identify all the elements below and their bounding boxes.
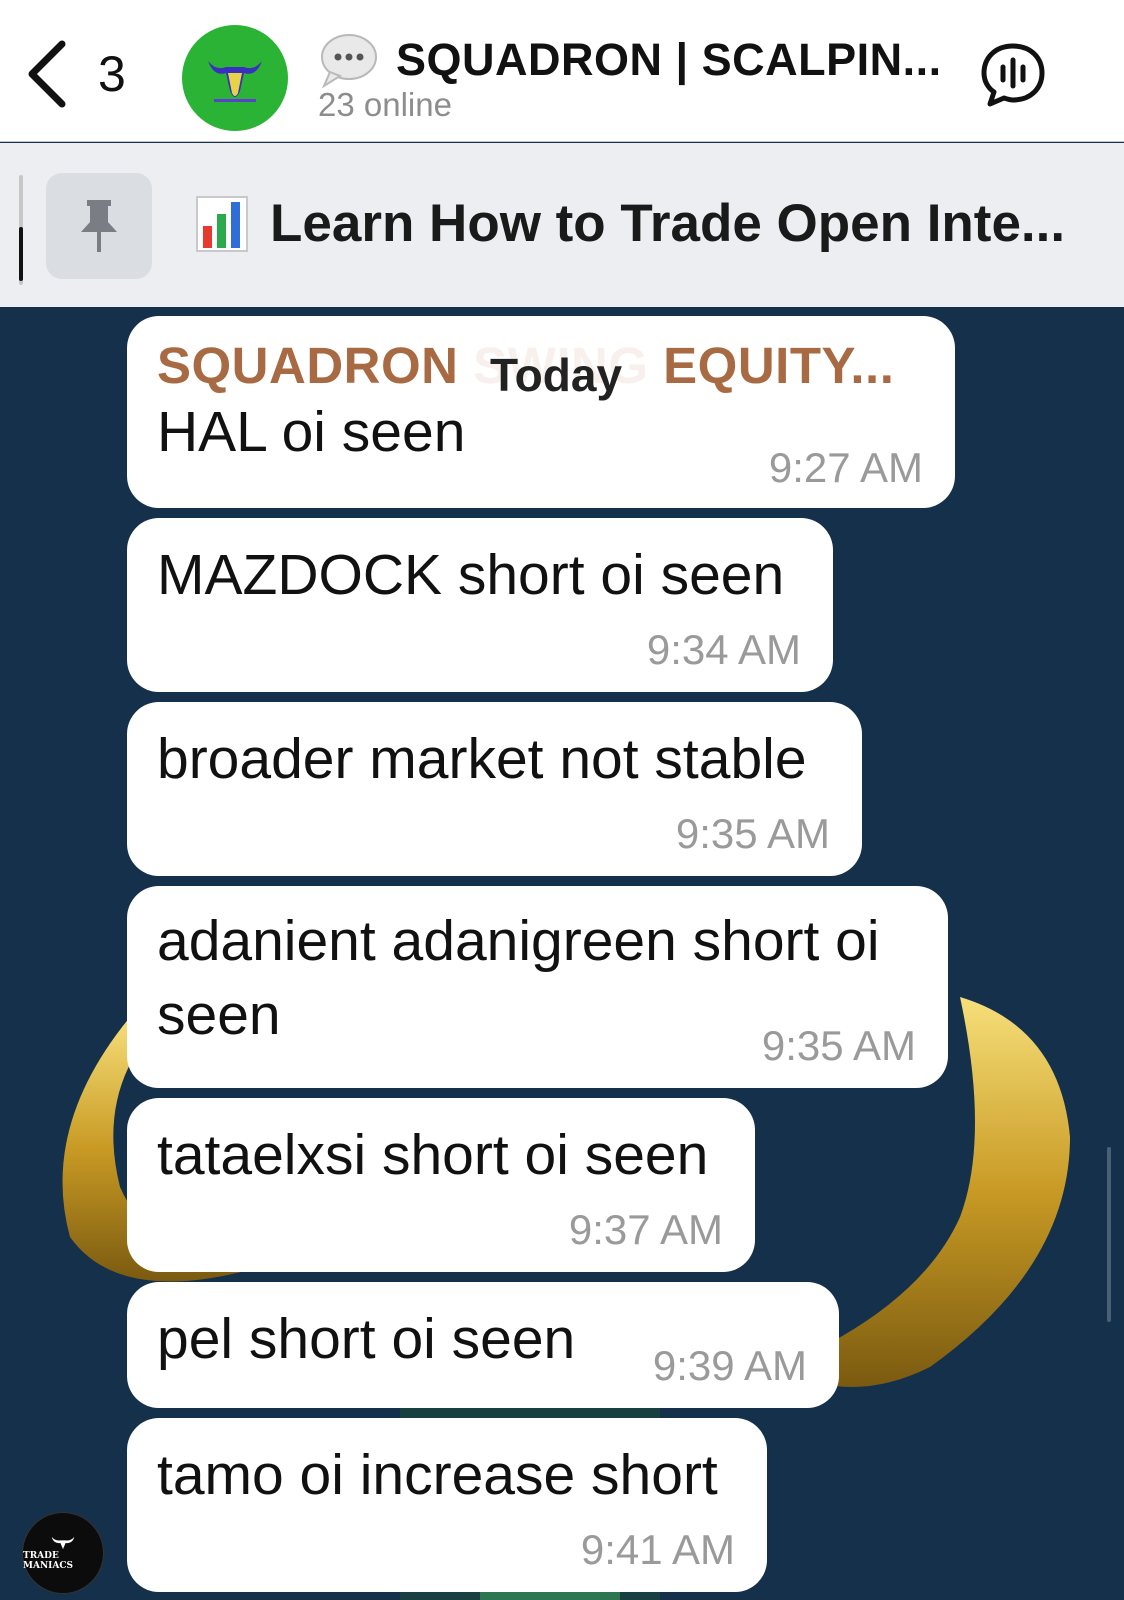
message-text: broader market not stable xyxy=(157,727,807,791)
chat-scrollbar[interactable] xyxy=(1107,1147,1111,1322)
chevron-left-icon xyxy=(28,40,66,108)
message-bubble[interactable]: pel short oi seen 9:39 AM xyxy=(127,1282,839,1408)
chat-bubble-icon xyxy=(321,34,377,89)
pin-icon xyxy=(81,200,117,252)
pinned-message[interactable]: Learn How to Trade Open Inte... xyxy=(196,193,1065,254)
bull-logo-icon xyxy=(208,61,262,102)
message-bubble[interactable]: adanient adanigreen short oi seen 9:35 A… xyxy=(127,886,948,1088)
chat-title[interactable]: SQUADRON | SCALPIN... xyxy=(396,34,956,86)
unread-count: 3 xyxy=(98,46,126,102)
message-text: tamo oi increase short xyxy=(157,1443,718,1507)
message-time: 9:39 AM xyxy=(652,1342,807,1389)
voice-chat-icon[interactable] xyxy=(978,40,1048,110)
pinned-message-bar[interactable]: Learn How to Trade Open Inte... xyxy=(0,143,1124,307)
back-button[interactable]: 3 xyxy=(24,38,164,110)
date-pill: Today xyxy=(464,336,649,414)
trade-maniacs-logo: TRADE MANIACS xyxy=(22,1512,104,1594)
bar-chart-emoji xyxy=(196,195,248,252)
message-text: tataelxsi short oi seen xyxy=(157,1123,709,1187)
message-time: 9:27 AM xyxy=(768,444,923,491)
bull-horns-logo-icon xyxy=(51,1536,75,1550)
message-bubble[interactable]: tamo oi increase short 9:41 AM xyxy=(127,1418,767,1592)
group-avatar[interactable] xyxy=(182,25,288,131)
message-bubble[interactable]: MAZDOCK short oi seen 9:34 AM xyxy=(127,518,833,692)
message-time: 9:37 AM xyxy=(568,1206,723,1253)
pinned-indicator xyxy=(19,227,23,281)
chat-header: 3 SQUADRON | SCALPIN... 23 online xyxy=(0,0,1124,142)
watermark-text: TRADE MANIACS xyxy=(23,1551,74,1571)
message-text: MAZDOCK short oi seen xyxy=(157,543,785,607)
message-time: 9:41 AM xyxy=(580,1526,735,1573)
message-time: 9:34 AM xyxy=(646,626,801,673)
pinned-message-text: Learn How to Trade Open Inte... xyxy=(270,194,1066,253)
message-time: 9:35 AM xyxy=(675,810,830,857)
online-count: 23 online xyxy=(318,86,452,123)
message-time: 9:35 AM xyxy=(761,1022,916,1069)
pinned-list-button[interactable] xyxy=(46,173,152,279)
message-bubble[interactable]: broader market not stable 9:35 AM xyxy=(127,702,862,876)
message-bubble[interactable]: tataelxsi short oi seen 9:37 AM xyxy=(127,1098,755,1272)
